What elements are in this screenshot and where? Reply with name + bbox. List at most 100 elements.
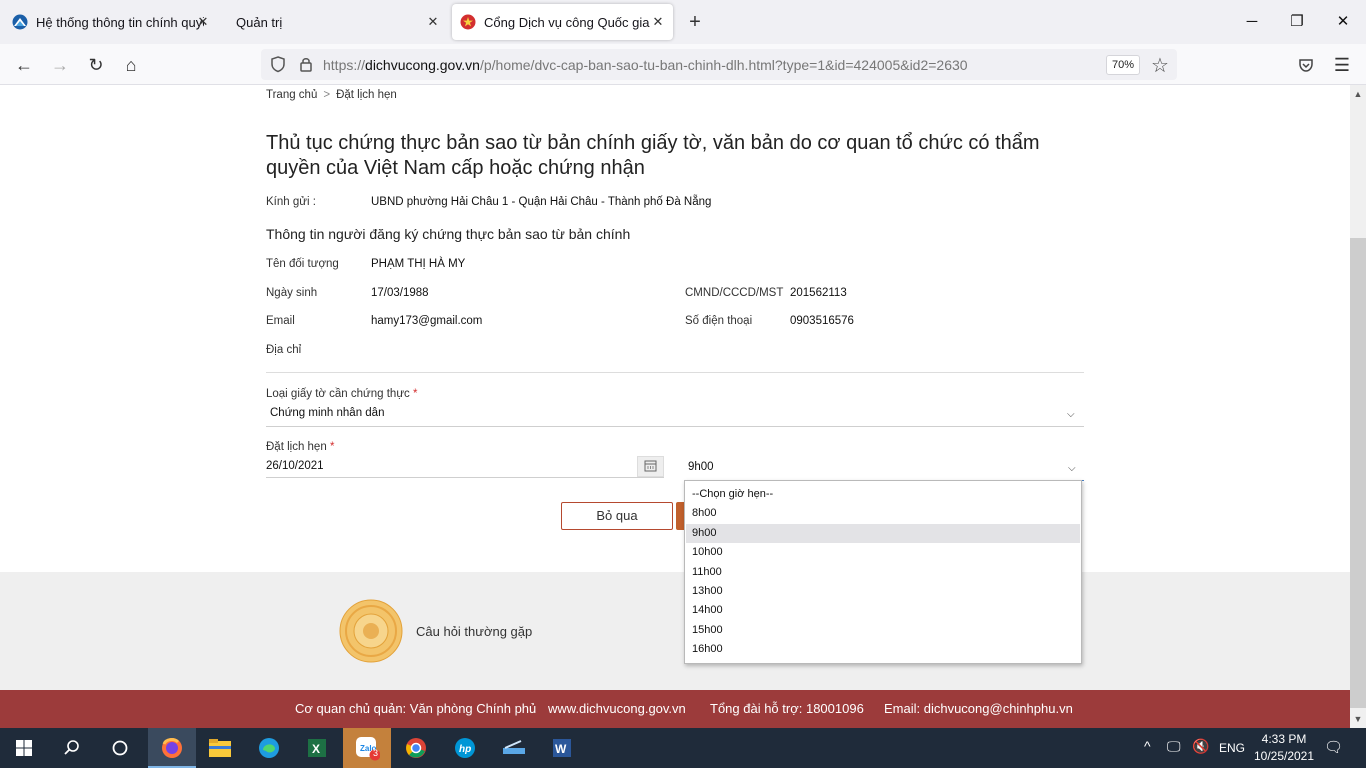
id-label: CMND/CCCD/MST bbox=[685, 287, 784, 299]
time-select[interactable]: 9h00 ⌵ bbox=[684, 456, 1084, 480]
new-tab-icon[interactable]: + bbox=[683, 9, 707, 35]
calendar-icon[interactable] bbox=[637, 456, 664, 477]
phone-label: Số điện thoại bbox=[685, 315, 753, 327]
time-option[interactable]: 10h00 bbox=[686, 543, 1080, 562]
close-icon[interactable]: ✕ bbox=[649, 13, 667, 31]
chevron-down-icon: ⌵ bbox=[1067, 409, 1075, 420]
time-option[interactable]: --Chọn giờ hẹn-- bbox=[686, 485, 1080, 504]
windows-start-icon[interactable] bbox=[0, 728, 48, 768]
footer-owner: Cơ quan chủ quản: Văn phòng Chính phủ bbox=[295, 701, 537, 716]
forward-icon[interactable]: → bbox=[47, 52, 73, 78]
breadcrumb-current[interactable]: Đặt lịch hẹn bbox=[336, 89, 397, 101]
section-title: Thông tin người đăng ký chứng thực bản s… bbox=[266, 226, 631, 242]
time-option[interactable]: 11h00 bbox=[686, 563, 1080, 582]
time-option[interactable]: 14h00 bbox=[686, 601, 1080, 620]
clock-date[interactable]: 10/25/2021 bbox=[1252, 749, 1316, 763]
required-mark: * bbox=[329, 441, 335, 453]
svg-text:hp: hp bbox=[459, 744, 471, 755]
dob-value: 17/03/1988 bbox=[371, 287, 429, 299]
footer-site-link[interactable]: www.dichvucong.gov.vn bbox=[548, 701, 686, 716]
faq-section bbox=[0, 572, 1350, 690]
tab-quan-tri[interactable]: Quản trị ✕ bbox=[228, 4, 448, 40]
menu-icon[interactable]: ☰ bbox=[1329, 52, 1355, 78]
appointment-label: Đặt lịch hẹn * bbox=[266, 441, 334, 453]
minimize-icon[interactable]: ─ bbox=[1240, 10, 1264, 34]
task-view-icon[interactable] bbox=[96, 728, 144, 768]
tab-he-thong[interactable]: Hệ thống thông tin chính quyền ✕ bbox=[6, 4, 218, 40]
dob-label: Ngày sinh bbox=[266, 287, 318, 299]
edge-icon[interactable] bbox=[245, 728, 293, 768]
cancel-button[interactable]: Bỏ qua bbox=[561, 502, 673, 530]
appointment-label-text: Đặt lịch hẹn bbox=[266, 441, 327, 453]
restore-icon[interactable]: ❐ bbox=[1285, 10, 1309, 34]
name-label: Tên đối tượng bbox=[266, 258, 339, 270]
svg-text:W: W bbox=[555, 742, 567, 756]
zoom-badge[interactable]: 70% bbox=[1106, 55, 1140, 75]
excel-icon[interactable]: X bbox=[293, 728, 341, 768]
url-text[interactable]: https://dichvucong.gov.vn/p/home/dvc-cap… bbox=[323, 57, 968, 73]
zalo-notification-badge: 3 bbox=[373, 748, 379, 758]
time-value: 9h00 bbox=[688, 461, 714, 473]
divider bbox=[266, 372, 1084, 373]
clock-time[interactable]: 4:33 PM bbox=[1259, 732, 1309, 746]
file-explorer-icon[interactable] bbox=[196, 728, 244, 768]
site-icon bbox=[12, 14, 28, 30]
time-option[interactable]: 16h00 bbox=[686, 640, 1080, 659]
breadcrumb-home[interactable]: Trang chủ bbox=[266, 89, 317, 101]
national-emblem-icon bbox=[460, 14, 476, 30]
site-footer: Cơ quan chủ quản: Văn phòng Chính phủ ww… bbox=[0, 690, 1350, 728]
tab-title: Hệ thống thông tin chính quyền bbox=[36, 14, 204, 30]
scroll-up-icon[interactable]: ▲ bbox=[1350, 86, 1366, 102]
notifications-icon[interactable]: 🗨 bbox=[1324, 738, 1343, 756]
network-icon[interactable]: 🖵 bbox=[1167, 738, 1181, 755]
language-indicator[interactable]: ENG bbox=[1219, 741, 1245, 755]
doc-type-select[interactable]: Chứng minh nhân dân ⌵ bbox=[266, 403, 1084, 427]
svg-text:X: X bbox=[312, 742, 320, 756]
name-value: PHẠM THỊ HÀ MY bbox=[371, 258, 466, 270]
reload-icon[interactable]: ↻ bbox=[83, 52, 109, 78]
time-option[interactable]: 13h00 bbox=[686, 582, 1080, 601]
required-mark: * bbox=[412, 388, 418, 400]
pocket-icon[interactable] bbox=[1293, 52, 1319, 78]
lock-icon[interactable] bbox=[297, 55, 315, 73]
home-icon[interactable]: ⌂ bbox=[118, 52, 144, 78]
firefox-icon[interactable] bbox=[148, 728, 196, 768]
chrome-icon[interactable] bbox=[392, 728, 440, 768]
faq-emblem-icon[interactable] bbox=[339, 599, 403, 663]
footer-email[interactable]: Email: dichvucong@chinhphu.vn bbox=[884, 701, 1073, 716]
date-value: 26/10/2021 bbox=[266, 460, 324, 472]
time-option[interactable]: 9h00 bbox=[686, 523, 1080, 544]
close-window-icon[interactable]: ✕ bbox=[1331, 10, 1355, 34]
recipient-value: UBND phường Hải Châu 1 - Quận Hải Châu -… bbox=[371, 196, 712, 208]
date-input[interactable]: 26/10/2021 bbox=[266, 456, 636, 477]
date-underline bbox=[266, 477, 664, 478]
time-option[interactable]: 8h00 bbox=[686, 504, 1080, 523]
email-label: Email bbox=[266, 315, 295, 327]
tab-bar: Hệ thống thông tin chính quyền ✕ Quản tr… bbox=[0, 0, 1366, 44]
tab-title: Quản trị bbox=[236, 14, 283, 30]
volume-muted-icon[interactable]: 🔇 bbox=[1192, 738, 1209, 755]
time-option[interactable]: 15h00 bbox=[686, 621, 1080, 640]
url-bar[interactable]: https://dichvucong.gov.vn/p/home/dvc-cap… bbox=[261, 49, 1177, 80]
url-host: dichvucong.gov.vn bbox=[365, 57, 480, 73]
page-title: Thủ tục chứng thực bản sao từ bản chính … bbox=[266, 132, 1040, 179]
faq-link[interactable]: Câu hỏi thường gặp bbox=[416, 624, 532, 639]
shield-icon[interactable] bbox=[269, 55, 287, 73]
bookmark-star-icon[interactable]: ☆ bbox=[1151, 53, 1169, 78]
close-icon[interactable]: ✕ bbox=[194, 13, 212, 31]
tab-cong-dich-vu-cong[interactable]: Cổng Dịch vụ công Quốc gia ✕ bbox=[452, 4, 673, 40]
phone-value: 0903516576 bbox=[790, 315, 854, 327]
back-icon[interactable]: ← bbox=[11, 52, 37, 78]
hp-icon[interactable]: hp bbox=[441, 728, 489, 768]
scroll-down-icon[interactable]: ▼ bbox=[1350, 711, 1366, 727]
close-icon[interactable]: ✕ bbox=[424, 13, 442, 31]
zalo-icon[interactable]: Zalo 3 bbox=[343, 728, 391, 768]
tray-chevron-up-icon[interactable]: ^ bbox=[1144, 738, 1151, 754]
search-icon[interactable] bbox=[48, 728, 96, 768]
doc-type-value: Chứng minh nhân dân bbox=[270, 407, 385, 419]
scanner-icon[interactable] bbox=[490, 728, 538, 768]
word-icon[interactable]: W bbox=[538, 728, 586, 768]
scrollbar-thumb[interactable] bbox=[1350, 238, 1366, 708]
windows-taskbar: X Zalo 3 hp W ^ 🖵 🔇 ENG 4:33 PM 10/25/20… bbox=[0, 728, 1366, 768]
recipient-label: Kính gửi : bbox=[266, 196, 316, 208]
